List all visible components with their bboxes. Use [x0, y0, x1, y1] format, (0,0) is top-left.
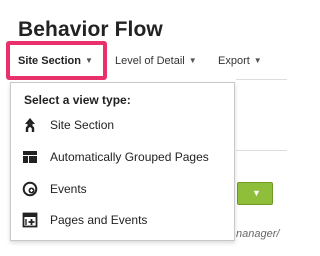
tab-level-of-detail[interactable]: Level of Detail ▼: [115, 55, 197, 67]
menu-item-events[interactable]: Events: [21, 178, 231, 200]
menu-item-pages-and-events[interactable]: Pages and Events: [21, 209, 231, 231]
branch-icon: [21, 116, 39, 134]
dropdown-heading: Select a view type:: [24, 93, 131, 107]
menu-item-label: Automatically Grouped Pages: [50, 150, 209, 164]
caret-down-icon: ▼: [188, 56, 197, 65]
divider: [236, 79, 287, 80]
highlight-annotation: [6, 41, 107, 80]
caret-down-icon: ▼: [253, 56, 262, 65]
tab-level-of-detail-label: Level of Detail: [115, 55, 185, 67]
pages-events-icon: [21, 211, 39, 229]
caret-down-icon: ▼: [252, 188, 261, 198]
tab-export-label: Export: [218, 55, 250, 67]
menu-item-site-section[interactable]: Site Section: [21, 114, 231, 136]
menu-item-automatically-grouped-pages[interactable]: Automatically Grouped Pages: [21, 146, 231, 168]
menu-item-label: Pages and Events: [50, 213, 148, 227]
menu-item-label: Events: [50, 182, 87, 196]
green-dropdown-button[interactable]: ▼: [237, 182, 273, 205]
events-icon: [21, 180, 39, 198]
divider: [236, 150, 287, 151]
view-type-dropdown: Select a view type: Site Section Automat…: [10, 82, 235, 241]
grouped-pages-icon: [21, 148, 39, 166]
page-title: Behavior Flow: [18, 18, 163, 41]
background-url-text: nanager/: [236, 228, 280, 240]
tab-export[interactable]: Export ▼: [218, 55, 262, 67]
menu-item-label: Site Section: [50, 118, 115, 132]
